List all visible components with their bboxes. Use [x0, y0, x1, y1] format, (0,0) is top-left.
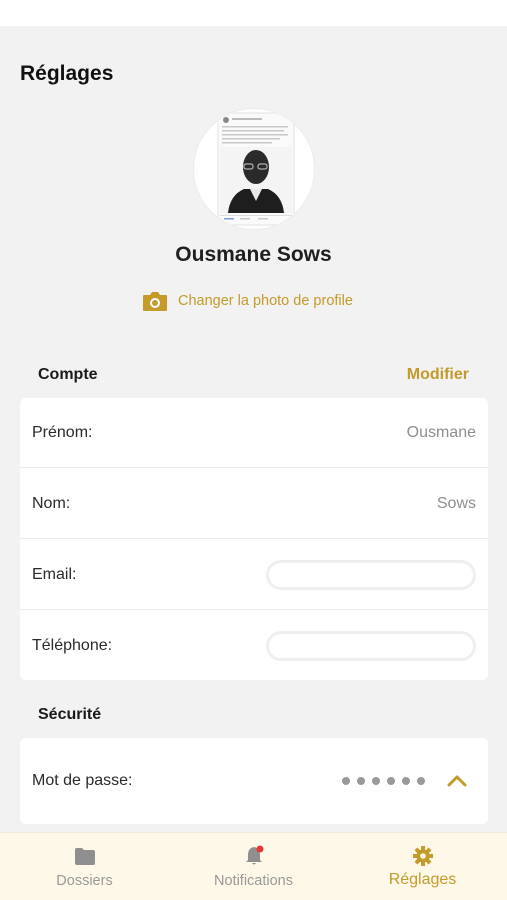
password-dot: [402, 777, 410, 785]
email-label: Email:: [32, 565, 77, 583]
password-masked-value: [342, 774, 476, 788]
tab-dossiers-label: Dossiers: [56, 873, 113, 889]
first-name-value: Ousmane: [406, 423, 476, 441]
tab-notifications-label: Notifications: [214, 873, 293, 889]
change-photo-button[interactable]: Changer la photo de profile: [142, 289, 353, 313]
phone-field[interactable]: [266, 631, 476, 661]
gear-icon: [412, 846, 433, 866]
phone-label: Téléphone:: [32, 637, 113, 654]
tab-dossiers[interactable]: Dossiers: [0, 833, 169, 900]
page-title: Réglages: [20, 62, 114, 85]
password-dot: [357, 777, 365, 785]
status-bar: [0, 0, 507, 26]
profile-name: Ousmane Sows: [175, 243, 332, 266]
password-dot: [417, 777, 425, 785]
password-row[interactable]: Mot de passe:: [20, 746, 488, 816]
password-dot: [342, 777, 350, 785]
profile-photo: [217, 112, 295, 226]
change-photo-label: Changer la photo de profile: [178, 293, 353, 309]
password-dot: [387, 777, 395, 785]
bell-icon: [245, 845, 263, 865]
tab-reglages-label: Réglages: [388, 871, 457, 888]
security-card: Mot de passe:: [20, 738, 488, 824]
modify-button[interactable]: Modifier: [407, 366, 469, 384]
first-name-label: Prénom:: [32, 423, 93, 441]
chevron-up-icon[interactable]: [446, 774, 468, 788]
email-field[interactable]: [266, 559, 476, 590]
notification-badge: [256, 845, 263, 853]
last-name-label: Nom:: [32, 494, 71, 512]
security-section-title: Sécurité: [38, 706, 102, 723]
first-name-row[interactable]: Prénom: Ousmane: [20, 398, 488, 468]
account-card: Prénom: Ousmane Nom: Sows Email: Télépho…: [20, 398, 488, 680]
tab-reglages[interactable]: Réglages: [338, 833, 507, 900]
avatar[interactable]: [193, 108, 315, 230]
camera-icon: [143, 292, 167, 311]
last-name-value: Sows: [436, 494, 476, 512]
password-label: Mot de passe:: [32, 772, 133, 789]
tab-notifications[interactable]: Notifications: [169, 833, 338, 900]
last-name-row[interactable]: Nom: Sows: [20, 469, 488, 539]
email-row: Email:: [20, 540, 488, 610]
folder-icon: [74, 848, 95, 865]
account-section-title: Compte: [38, 366, 98, 383]
tab-bar: Dossiers Notifications Réglages: [0, 832, 507, 900]
phone-row: Téléphone:: [20, 611, 488, 681]
password-dot: [372, 777, 380, 785]
